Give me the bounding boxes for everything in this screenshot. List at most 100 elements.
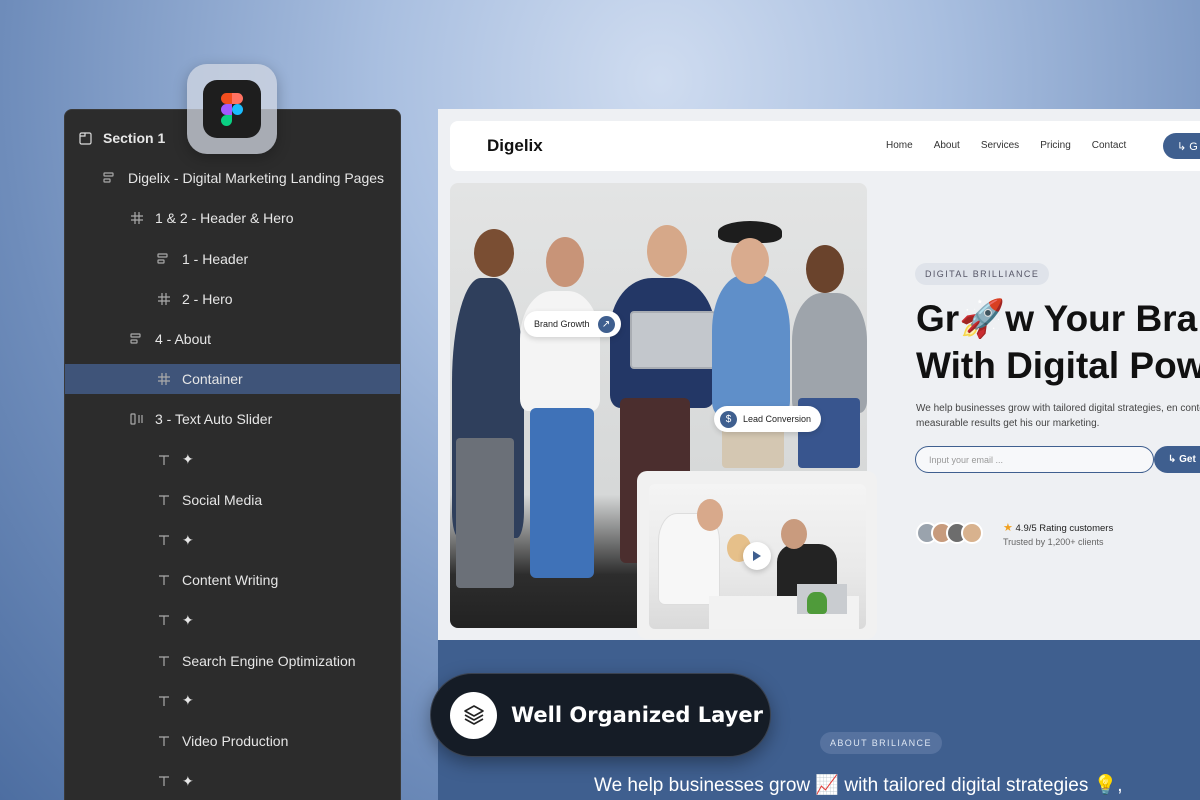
auto-layout-icon	[129, 411, 145, 427]
layers-panel: Section 1 Digelix - Digital Marketing Lan…	[64, 109, 401, 800]
text-icon	[156, 572, 172, 588]
hero-tag: DIGITAL BRILLIANCE	[915, 263, 1050, 285]
layer-label: Section 1	[103, 130, 166, 146]
layer-row[interactable]: ✦	[65, 605, 400, 635]
text-icon	[156, 733, 172, 749]
section-icon	[77, 130, 93, 146]
layer-row[interactable]: 3 - Text Auto Slider	[65, 404, 400, 434]
layer-row[interactable]: 4 - About	[65, 324, 400, 354]
person-head	[474, 229, 514, 277]
text-icon	[156, 532, 172, 548]
site-header: Digelix Home About Services Pricing Cont…	[450, 121, 1200, 171]
person-legs	[456, 438, 514, 588]
person-head	[781, 519, 807, 549]
layout-icon	[102, 170, 118, 186]
video-thumbnail[interactable]	[649, 484, 866, 629]
hero-title-line2: With Digital Pow	[916, 345, 1200, 386]
person-head	[647, 225, 687, 277]
layer-row[interactable]: 2 - Hero	[65, 284, 400, 314]
figma-icon	[203, 80, 261, 138]
layout-icon	[129, 331, 145, 347]
layer-label: ✦	[182, 531, 194, 548]
person-figure	[712, 275, 790, 415]
person-legs	[530, 408, 594, 578]
layer-row[interactable]: 1 - Header	[65, 244, 400, 274]
email-input[interactable]: Input your email ...	[915, 446, 1154, 473]
layer-row[interactable]: ✦	[65, 525, 400, 555]
layer-label: 4 - About	[155, 331, 212, 347]
layer-label: 2 - Hero	[182, 290, 233, 307]
get-started-button[interactable]: ↳ Get	[1154, 446, 1200, 473]
layout-icon	[156, 251, 172, 267]
person-head	[806, 245, 844, 293]
about-tag: ABOUT BRILIANCE	[820, 732, 942, 754]
layer-label: Content Writing	[182, 572, 279, 589]
feature-label: Well Organized Layer	[511, 703, 763, 727]
layer-row[interactable]: Container	[65, 364, 400, 395]
lead-conversion-label: Lead Conversion	[743, 414, 812, 424]
text-icon	[156, 492, 172, 508]
text-icon	[156, 612, 172, 628]
layer-row[interactable]: Social Media	[65, 485, 400, 515]
figma-logo-badge	[187, 64, 277, 154]
nav-services[interactable]: Services	[981, 140, 1019, 151]
layer-row[interactable]: ✦	[65, 766, 400, 796]
layer-label: 1 - Header	[182, 250, 249, 267]
layer-label: ✦	[182, 611, 194, 628]
lead-conversion-pill: $ Lead Conversion	[714, 406, 822, 432]
nav-about[interactable]: About	[934, 140, 960, 151]
layer-row[interactable]: ✦	[65, 445, 400, 475]
frame-icon	[156, 371, 172, 387]
play-button[interactable]	[743, 542, 771, 570]
layer-row[interactable]: Content Writing	[65, 565, 400, 595]
frame-icon	[156, 291, 172, 307]
avatar	[961, 522, 983, 544]
play-icon	[753, 551, 761, 561]
nav-pricing[interactable]: Pricing	[1040, 140, 1071, 151]
layer-label: Video Production	[182, 733, 289, 749]
brand-growth-pill: Brand Growth ↗	[524, 311, 621, 337]
rating-text: ★ 4.9/5 Rating customers	[1003, 521, 1113, 534]
frame-icon	[129, 210, 145, 226]
layer-label: 1 & 2 - Header & Hero	[155, 210, 294, 227]
layer-label: ✦	[182, 692, 194, 709]
trusted-text: Trusted by 1,200+ clients	[1003, 537, 1104, 547]
layer-label: Digelix - Digital Marketing Landing Page…	[128, 170, 385, 187]
hero-title-line1: Gr🚀w Your Bra	[916, 298, 1198, 339]
text-icon	[156, 693, 172, 709]
hero-title: Gr🚀w Your Bra With Digital Pow	[916, 295, 1200, 389]
plant	[807, 592, 827, 614]
nav-home[interactable]: Home	[886, 140, 913, 151]
hero-description: We help businesses grow with tailored di…	[916, 403, 1200, 429]
person-figure	[792, 293, 867, 413]
layer-label: ✦	[182, 772, 194, 789]
dollar-icon: $	[720, 410, 737, 428]
layer-row[interactable]: Video Production	[65, 726, 400, 756]
person-head	[697, 499, 723, 531]
person-figure	[520, 291, 600, 411]
feature-badge: Well Organized Layer	[430, 673, 771, 757]
layer-label: Social Media	[182, 491, 263, 508]
text-icon	[156, 653, 172, 669]
text-icon	[156, 452, 172, 468]
layers-icon	[450, 691, 497, 739]
header-cta-button[interactable]: ↳ G	[1163, 133, 1200, 159]
layer-label: ✦	[182, 451, 194, 468]
client-avatars	[916, 522, 983, 544]
video-card	[637, 471, 877, 639]
layer-row[interactable]: 1 & 2 - Header & Hero	[65, 203, 400, 233]
main-nav: Home About Services Pricing Contact	[886, 140, 1147, 151]
layer-row[interactable]: ✦	[65, 686, 400, 716]
layer-label: Search Engine Optimization	[182, 652, 356, 669]
star-icon: ★	[1003, 522, 1013, 534]
laptop	[630, 311, 716, 369]
text-icon	[156, 773, 172, 789]
person-head	[546, 237, 584, 287]
layer-label: Container	[182, 371, 243, 388]
layer-row[interactable]: Search Engine Optimization	[65, 646, 400, 676]
brand-logo[interactable]: Digelix	[487, 136, 543, 156]
layer-row[interactable]: Digelix - Digital Marketing Landing Page…	[65, 163, 400, 193]
nav-contact[interactable]: Contact	[1092, 140, 1126, 151]
brand-growth-label: Brand Growth	[534, 319, 590, 329]
layer-label: 3 - Text Auto Slider	[155, 411, 273, 428]
